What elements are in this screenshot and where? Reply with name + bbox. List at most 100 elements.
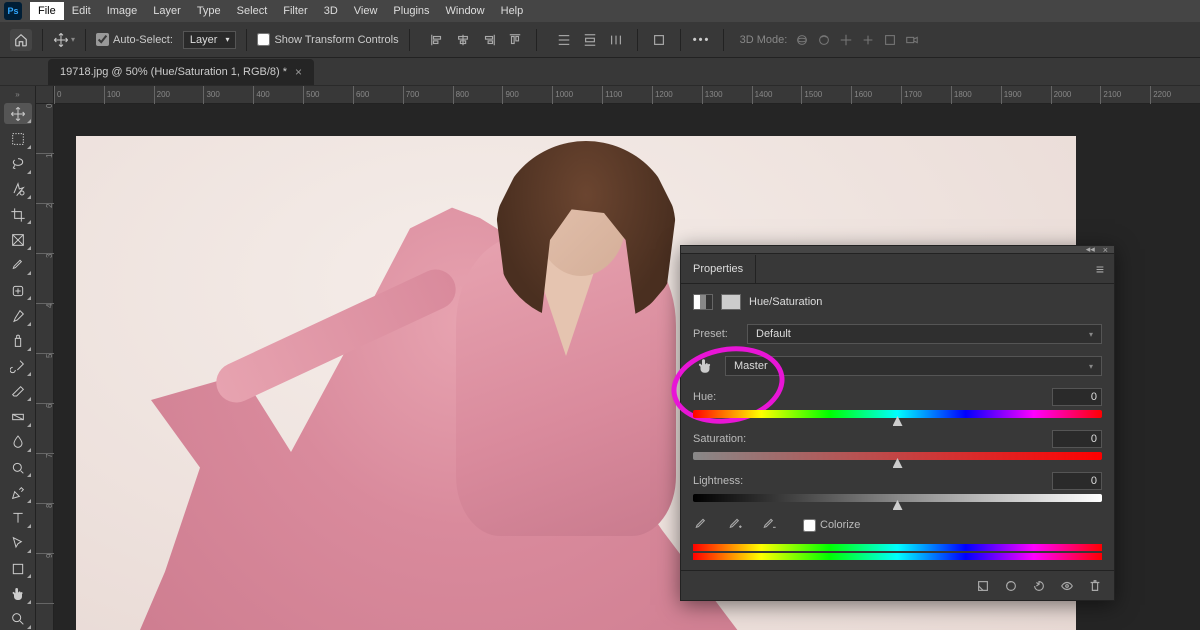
zoom-tool[interactable] — [4, 609, 32, 630]
targeted-adjustment-tool-icon[interactable] — [693, 354, 717, 378]
ruler-corner — [36, 86, 54, 104]
eyedropper-icon[interactable] — [693, 516, 711, 534]
preset-label: Preset: — [693, 328, 739, 340]
eyedropper-add-icon[interactable] — [727, 516, 745, 534]
hand-tool[interactable] — [4, 583, 32, 604]
distribute-bottom-icon[interactable] — [605, 29, 627, 51]
path-select-tool[interactable] — [4, 533, 32, 554]
menu-bar: Ps FileEditImageLayerTypeSelectFilter3DV… — [0, 0, 1200, 22]
toolbar-expand-icon[interactable]: » — [0, 90, 35, 99]
document-tab-bar: 19718.jpg @ 50% (Hue/Saturation 1, RGB/8… — [0, 58, 1200, 86]
pan-3d-icon[interactable] — [839, 33, 853, 47]
move-tool-indicator: ▾ — [53, 29, 75, 51]
pen-tool[interactable] — [4, 482, 32, 503]
menu-type[interactable]: Type — [189, 2, 229, 20]
reset-icon[interactable] — [1032, 579, 1046, 593]
preset-dropdown[interactable]: Default ▾ — [747, 324, 1102, 344]
home-button[interactable] — [10, 29, 32, 51]
collapse-panel-icon[interactable]: ◂◂ — [1086, 244, 1095, 255]
auto-select-label: Auto-Select: — [113, 34, 173, 46]
document-tab[interactable]: 19718.jpg @ 50% (Hue/Saturation 1, RGB/8… — [48, 59, 314, 85]
eyedropper-subtract-icon[interactable] — [761, 516, 779, 534]
close-panel-icon[interactable]: × — [1103, 245, 1108, 255]
properties-tab[interactable]: Properties — [681, 255, 756, 283]
trash-icon[interactable] — [1088, 579, 1102, 593]
menu-view[interactable]: View — [346, 2, 386, 20]
show-transform-checkbox[interactable]: Show Transform Controls — [257, 33, 398, 46]
menu-filter[interactable]: Filter — [275, 2, 315, 20]
visibility-icon[interactable] — [1060, 579, 1074, 593]
distribute-top-icon[interactable] — [553, 29, 575, 51]
marquee-tool[interactable] — [4, 128, 32, 149]
saturation-label: Saturation: — [693, 433, 746, 445]
document-title: 19718.jpg @ 50% (Hue/Saturation 1, RGB/8… — [60, 66, 287, 78]
close-tab-icon[interactable]: × — [295, 65, 302, 79]
distribute-group — [553, 29, 627, 51]
type-tool[interactable] — [4, 508, 32, 529]
hue-value-input[interactable] — [1052, 388, 1102, 406]
auto-select-checkbox[interactable]: Auto-Select: — [96, 33, 173, 46]
brush-tool[interactable] — [4, 305, 32, 326]
mask-icon[interactable] — [721, 294, 741, 310]
adjustment-name: Hue/Saturation — [749, 296, 822, 308]
colorize-label: Colorize — [820, 519, 860, 531]
annotation-highlight — [665, 338, 790, 433]
menu-3d[interactable]: 3D — [316, 2, 346, 20]
move-tool[interactable] — [4, 103, 32, 124]
crop-tool[interactable] — [4, 204, 32, 225]
saturation-slider[interactable] — [693, 452, 1102, 460]
menu-select[interactable]: Select — [229, 2, 276, 20]
lasso-tool[interactable] — [4, 154, 32, 175]
3d-mode-group: 3D Mode: — [740, 33, 920, 47]
orbit-3d-icon[interactable] — [795, 33, 809, 47]
align-center-h-icon[interactable] — [452, 29, 474, 51]
align-to-selection-icon[interactable] — [648, 29, 670, 51]
app-logo: Ps — [4, 2, 22, 20]
adjustment-icon[interactable] — [693, 294, 713, 310]
healing-tool[interactable] — [4, 280, 32, 301]
lightness-slider[interactable] — [693, 494, 1102, 502]
panel-menu-icon[interactable]: ≡ — [1086, 261, 1114, 277]
menu-layer[interactable]: Layer — [145, 2, 189, 20]
menu-file[interactable]: File — [30, 2, 64, 20]
mode3d-label: 3D Mode: — [740, 34, 788, 46]
hue-slider[interactable] — [693, 410, 1102, 418]
distribute-center-v-icon[interactable] — [579, 29, 601, 51]
align-top-icon[interactable] — [504, 29, 526, 51]
roll-3d-icon[interactable] — [817, 33, 831, 47]
dodge-tool[interactable] — [4, 457, 32, 478]
eyedropper-tool[interactable] — [4, 255, 32, 276]
quick-select-tool[interactable] — [4, 179, 32, 200]
clone-tool[interactable] — [4, 331, 32, 352]
view-previous-state-icon[interactable] — [1004, 579, 1018, 593]
slide-3d-icon[interactable] — [861, 33, 875, 47]
menu-edit[interactable]: Edit — [64, 2, 99, 20]
auto-select-target-dropdown[interactable]: Layer ▾ — [183, 31, 237, 49]
menu-image[interactable]: Image — [99, 2, 146, 20]
align-right-icon[interactable] — [478, 29, 500, 51]
align-left-icon[interactable] — [426, 29, 448, 51]
shape-tool[interactable] — [4, 558, 32, 579]
menu-window[interactable]: Window — [438, 2, 493, 20]
frame-tool[interactable] — [4, 229, 32, 250]
color-spectrum — [693, 544, 1102, 560]
saturation-value-input[interactable] — [1052, 430, 1102, 448]
scale-3d-icon[interactable] — [883, 33, 897, 47]
channel-dropdown[interactable]: Master ▾ — [725, 356, 1102, 376]
hue-label: Hue: — [693, 391, 716, 403]
colorize-checkbox[interactable]: Colorize — [803, 519, 860, 532]
camera-3d-icon[interactable] — [905, 33, 919, 47]
menu-plugins[interactable]: Plugins — [385, 2, 437, 20]
eraser-tool[interactable] — [4, 381, 32, 402]
horizontal-ruler: 0100200300400500600700800900100011001200… — [54, 86, 1200, 104]
tool-palette: » — [0, 86, 36, 630]
gradient-tool[interactable] — [4, 406, 32, 427]
more-options-icon[interactable]: ••• — [691, 29, 713, 51]
history-brush-tool[interactable] — [4, 356, 32, 377]
menu-help[interactable]: Help — [493, 2, 532, 20]
align-group-1 — [426, 29, 526, 51]
lightness-value-input[interactable] — [1052, 472, 1102, 490]
blur-tool[interactable] — [4, 432, 32, 453]
lightness-label: Lightness: — [693, 475, 743, 487]
clip-to-layer-icon[interactable] — [976, 579, 990, 593]
